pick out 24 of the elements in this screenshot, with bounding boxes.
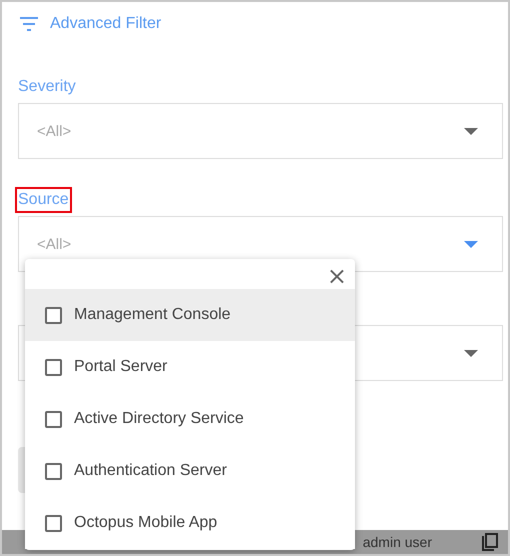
dropdown-option[interactable]: Octopus Mobile App [25,497,355,549]
user-name: admin user [362,534,432,550]
checkbox[interactable] [45,514,62,532]
copy-icon[interactable] [482,533,498,551]
caret-icon [464,128,478,134]
field-label: Source [15,187,72,213]
dropdown-option[interactable]: Management Console [25,289,355,341]
field-label: Severity [17,77,77,97]
option-label: Octopus Mobile App [74,514,218,532]
checkbox[interactable] [45,358,62,376]
filter-icon [20,17,38,31]
checkbox[interactable] [45,462,62,480]
dropdown-option[interactable]: Authentication Server [25,445,355,497]
caret-icon [464,240,478,248]
option-label: Active Directory Service [74,410,244,428]
dropdown-option[interactable]: Active Directory Service [25,393,355,445]
dropdown-option[interactable]: Portal Server [25,341,355,393]
option-label: Authentication Server [74,462,227,480]
checkbox[interactable] [45,306,62,324]
option-label: Management Console [74,306,231,324]
checkbox[interactable] [45,410,62,428]
caret-icon [464,350,478,356]
panel-title: Advanced Filter [50,15,162,33]
option-label: Portal Server [74,358,168,376]
